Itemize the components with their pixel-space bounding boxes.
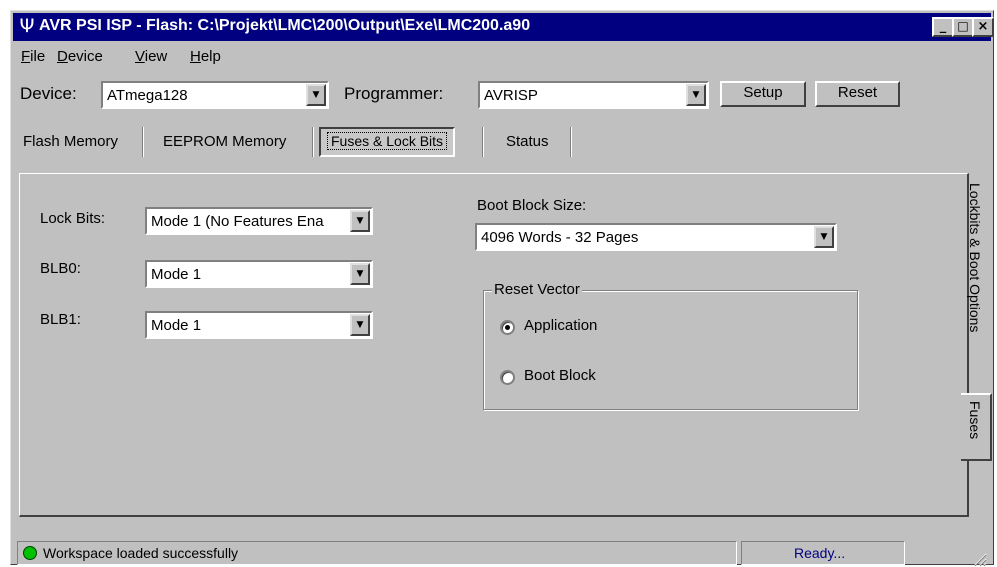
resize-grip-icon[interactable] [973, 553, 987, 567]
tab-flash-memory[interactable]: Flash Memory [23, 133, 118, 150]
chevron-down-icon[interactable]: ▼ [814, 226, 834, 248]
menu-view[interactable]: View [135, 48, 167, 65]
tab-divider [570, 127, 572, 157]
boot-block-size-select[interactable]: 4096 Words - 32 Pages ▼ [475, 223, 837, 251]
tab-status[interactable]: Status [506, 133, 549, 150]
blb0-label: BLB0: [40, 260, 81, 277]
side-tab-fuses-label: Fuses [967, 401, 983, 440]
device-toolbar: Device: ATmega128 ▼ Programmer: AVRISP ▼… [13, 77, 991, 111]
menu-file[interactable]: File [21, 48, 45, 65]
radio-checked-icon[interactable] [500, 320, 515, 335]
status-state: Ready... [794, 545, 846, 561]
menu-bar: File Device View Help [13, 44, 991, 68]
setup-button[interactable]: Setup [720, 81, 806, 107]
radio-application-label: Application [524, 317, 598, 334]
chevron-down-icon[interactable]: ▼ [306, 84, 326, 106]
chevron-down-icon[interactable]: ▼ [686, 84, 706, 106]
side-tab-lockbits-boot-options[interactable]: Lockbits & Boot Options [967, 183, 983, 332]
tab-fuses-lock-bits[interactable]: Fuses & Lock Bits [319, 127, 456, 157]
maximize-button[interactable]: □ [952, 17, 974, 37]
lock-bits-select[interactable]: Mode 1 (No Features Ena ▼ [145, 207, 373, 235]
status-led-icon [23, 546, 37, 560]
title-bar[interactable]: Ψ AVR PSI ISP - Flash: C:\Projekt\LMC\20… [13, 13, 994, 41]
boot-block-size-label: Boot Block Size: [477, 197, 587, 214]
blb1-label: BLB1: [40, 311, 81, 328]
programmer-label: Programmer: [344, 84, 444, 103]
menu-device[interactable]: Device [57, 48, 103, 65]
device-select[interactable]: ATmega128 ▼ [101, 81, 329, 109]
side-tab-fuses[interactable]: Fuses [961, 393, 992, 461]
lock-bits-label: Lock Bits: [40, 210, 106, 227]
status-message-pane: Workspace loaded successfully [17, 541, 737, 565]
tab-strip: Flash Memory EEPROM Memory Fuses & Lock … [13, 123, 991, 171]
minimize-button[interactable]: _ [932, 17, 954, 37]
blb0-select[interactable]: Mode 1 ▼ [145, 260, 373, 288]
status-bar: Workspace loaded successfully Ready... [17, 541, 987, 567]
programmer-select[interactable]: AVRISP ▼ [478, 81, 709, 109]
reset-vector-title: Reset Vector [492, 281, 582, 298]
tab-eeprom-memory[interactable]: EEPROM Memory [163, 133, 286, 150]
tab-divider [312, 127, 314, 157]
chevron-down-icon[interactable]: ▼ [350, 210, 370, 232]
device-label: Device: [20, 84, 77, 103]
blb1-select[interactable]: Mode 1 ▼ [145, 311, 373, 339]
close-button[interactable]: × [972, 17, 994, 37]
psi-icon[interactable]: Ψ [16, 15, 38, 37]
status-message: Workspace loaded successfully [43, 545, 239, 561]
tab-divider [142, 127, 144, 157]
menu-help[interactable]: Help [190, 48, 221, 65]
tab-divider [482, 127, 484, 157]
window-title: AVR PSI ISP - Flash: C:\Projekt\LMC\200\… [39, 17, 531, 34]
app-window: Ψ AVR PSI ISP - Flash: C:\Projekt\LMC\20… [10, 10, 994, 567]
reset-vector-group: Reset Vector Application Boot Block [483, 281, 858, 410]
chevron-down-icon[interactable]: ▼ [350, 263, 370, 285]
chevron-down-icon[interactable]: ▼ [350, 314, 370, 336]
radio-boot-block-label: Boot Block [524, 367, 596, 384]
radio-unchecked-icon[interactable] [500, 370, 515, 385]
reset-button[interactable]: Reset [815, 81, 900, 107]
status-state-pane: Ready... [741, 541, 905, 565]
